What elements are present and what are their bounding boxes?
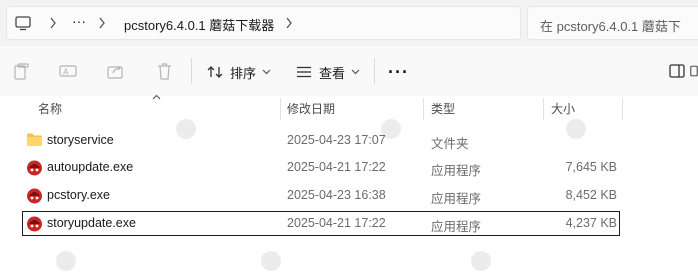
command-separator [191, 58, 192, 84]
rename-icon[interactable]: A [58, 62, 78, 80]
breadcrumb-current-folder[interactable]: pcstory6.4.0.1 蘑菇下载器 [124, 15, 274, 34]
watermark-icon [260, 250, 282, 275]
file-name: pcstory.exe [47, 188, 110, 202]
app-icon [26, 215, 43, 232]
svg-text:A: A [63, 68, 69, 77]
file-size: 8,452 KB [565, 188, 617, 202]
share-icon[interactable] [106, 62, 124, 80]
see-more-label: ··· [388, 61, 409, 82]
details-pane-icon[interactable] [668, 62, 686, 80]
details-pane-label-icon[interactable] [690, 62, 698, 80]
chevron-right-icon[interactable] [283, 16, 295, 30]
breadcrumb-more[interactable]: ··· [72, 13, 86, 29]
copy-icon[interactable] [12, 62, 30, 80]
file-explorer-window: ··· pcstory6.4.0.1 蘑菇下载器 在 pcstory6.4.0.… [0, 0, 698, 280]
watermark-icon [55, 250, 77, 275]
sort-label: 排序 [230, 65, 257, 81]
file-row[interactable]: autoupdate.exe 2025-04-21 17:22 应用程序 7,6… [22, 156, 620, 179]
delete-icon[interactable] [155, 62, 173, 80]
chevron-right-icon[interactable] [47, 16, 59, 30]
file-type: 应用程序 [431, 164, 482, 178]
command-separator [374, 58, 375, 84]
column-header-row: 名称 修改日期 类型 大小 [0, 93, 698, 120]
column-header-type[interactable]: 类型 [431, 100, 455, 117]
column-divider[interactable] [280, 98, 281, 120]
file-name: storyupdate.exe [47, 216, 136, 230]
column-divider[interactable] [622, 98, 623, 120]
file-modified: 2025-04-21 17:22 [287, 160, 386, 174]
sort-ascending-icon [150, 93, 162, 101]
see-more-button[interactable]: ··· [388, 60, 409, 84]
command-bar: A 排序 查看 ··· [0, 46, 698, 96]
search-box[interactable]: 在 pcstory6.4.0.1 蘑菇下 [527, 6, 698, 40]
view-label: 查看 [319, 65, 346, 81]
view-icon [295, 63, 313, 81]
this-pc-icon[interactable] [14, 14, 32, 32]
file-modified: 2025-04-23 16:38 [287, 188, 386, 202]
search-placeholder[interactable]: 在 pcstory6.4.0.1 蘑菇下 [540, 16, 681, 35]
file-type: 文件夹 [431, 137, 469, 151]
chevron-down-icon [260, 66, 272, 78]
file-row-selected[interactable]: storyupdate.exe 2025-04-21 17:22 应用程序 4,… [22, 211, 620, 236]
file-row[interactable]: storyservice 2025-04-23 17:07 文件夹 [22, 129, 620, 152]
view-button[interactable]: 查看 [295, 60, 361, 84]
file-row[interactable]: pcstory.exe 2025-04-23 16:38 应用程序 8,452 … [22, 184, 620, 207]
column-divider[interactable] [543, 98, 544, 120]
file-size: 7,645 KB [565, 160, 617, 174]
file-name: autoupdate.exe [47, 160, 134, 174]
app-icon [26, 187, 43, 204]
file-type: 应用程序 [431, 192, 482, 206]
file-type: 应用程序 [431, 220, 482, 234]
file-modified: 2025-04-23 17:07 [287, 133, 386, 147]
folder-icon [26, 132, 43, 149]
column-header-name[interactable]: 名称 [38, 100, 62, 117]
sort-button[interactable]: 排序 [206, 60, 272, 84]
file-name: storyservice [47, 133, 114, 147]
column-divider[interactable] [423, 98, 424, 120]
column-header-size[interactable]: 大小 [551, 100, 575, 117]
chevron-down-icon [349, 66, 361, 78]
app-icon [26, 159, 43, 176]
sort-icon [206, 63, 224, 81]
address-bar-row: ··· pcstory6.4.0.1 蘑菇下载器 在 pcstory6.4.0.… [0, 0, 698, 46]
file-size: 4,237 KB [565, 216, 617, 230]
chevron-right-icon[interactable] [96, 16, 108, 30]
watermark-icon [470, 250, 492, 275]
column-header-modified[interactable]: 修改日期 [287, 100, 335, 117]
file-modified: 2025-04-21 17:22 [287, 216, 386, 230]
